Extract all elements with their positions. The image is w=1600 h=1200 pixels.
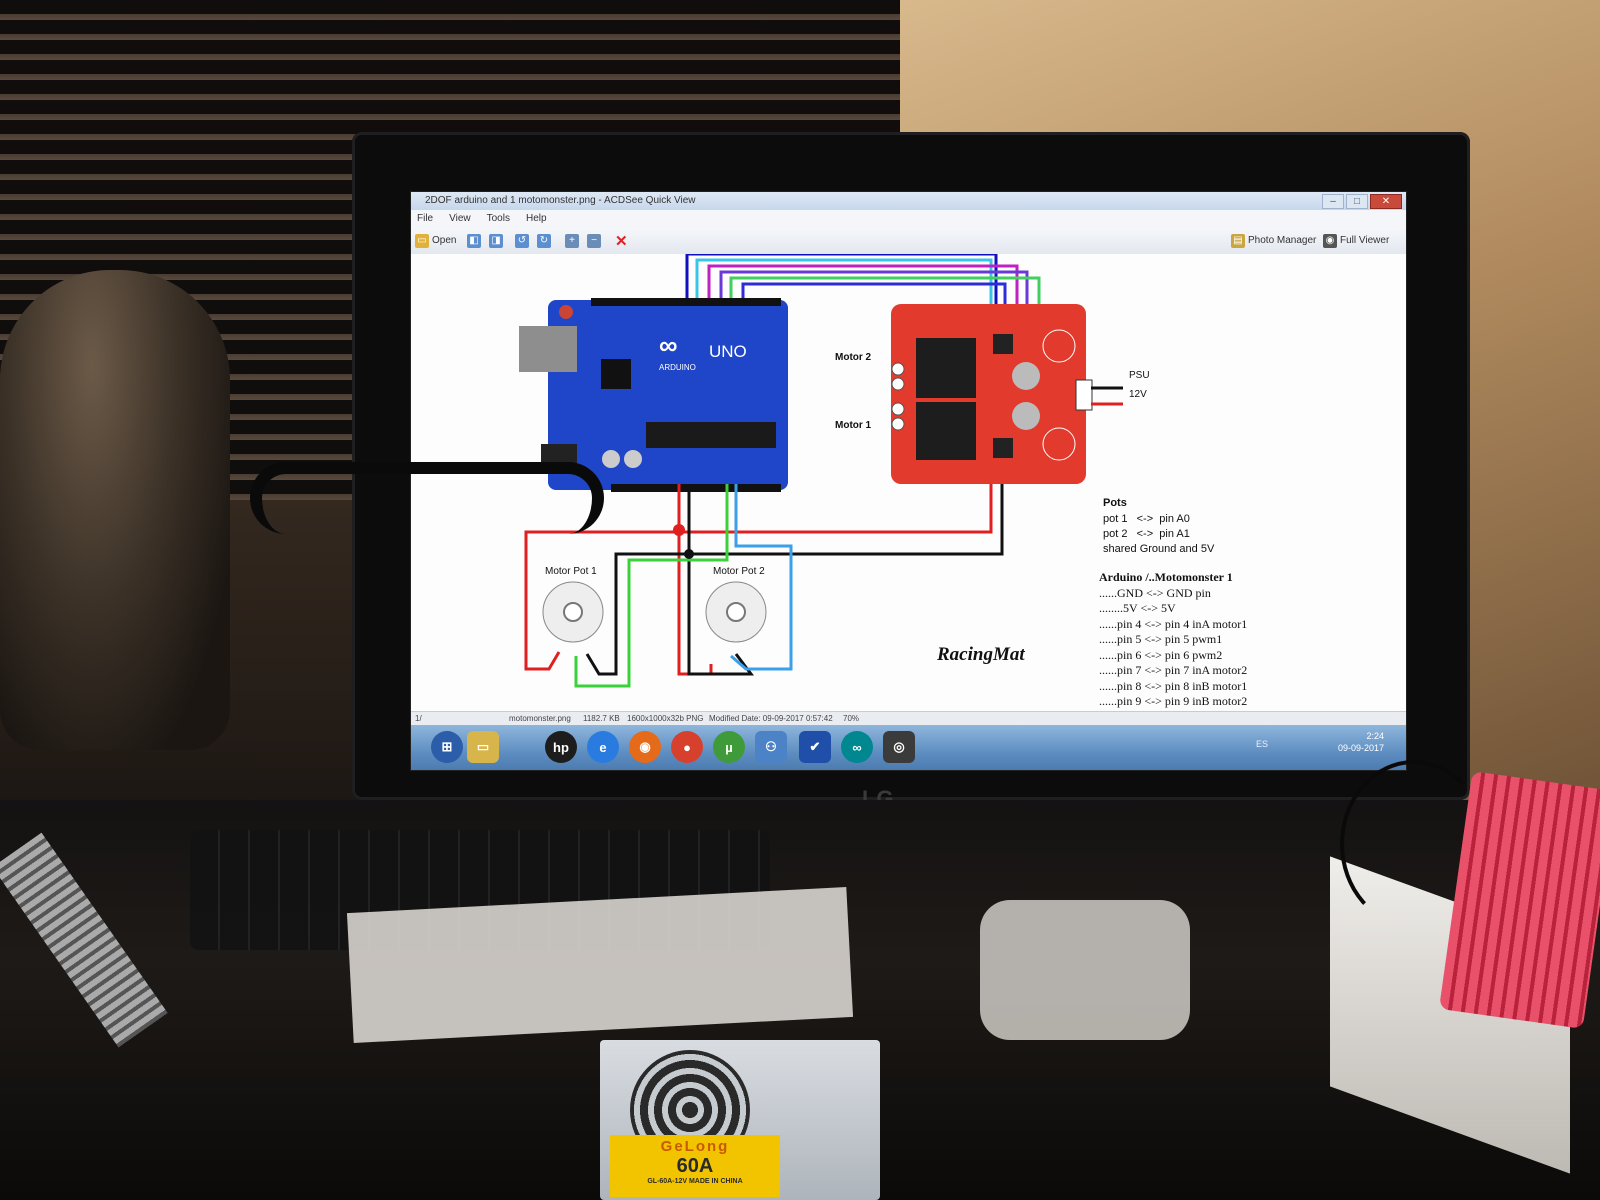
- pin-map-line: ........5V <-> 5V: [1099, 601, 1176, 615]
- pots-title: Pots: [1103, 497, 1127, 509]
- next-image-button[interactable]: ◨: [489, 232, 503, 249]
- rotate-right-icon: ↻: [537, 233, 551, 248]
- menu-file[interactable]: File: [417, 210, 433, 228]
- full-viewer-button[interactable]: ◉ Full Viewer: [1323, 232, 1389, 249]
- status-filesize: 1182.7 KB: [583, 714, 620, 723]
- full-viewer-label: Full Viewer: [1340, 235, 1390, 246]
- zoom-out-button[interactable]: −: [587, 232, 601, 249]
- ie-icon[interactable]: e: [587, 731, 619, 763]
- motomonster-board: [891, 304, 1093, 484]
- pin-map-line: ......pin 7 <-> pin 7 inA motor2: [1099, 663, 1248, 677]
- status-zoom[interactable]: 70%: [843, 714, 859, 723]
- motor-pot-2-label: Motor Pot 2: [713, 566, 765, 577]
- pin-map-line: ......pin 5 <-> pin 5 pwm1: [1099, 632, 1223, 646]
- clock-date: 09-09-2017: [1337, 743, 1384, 753]
- tissue: [980, 900, 1190, 1040]
- open-label: Open: [432, 235, 457, 246]
- acdsee-icon[interactable]: ◎: [883, 731, 915, 763]
- robot-figure: [0, 270, 230, 750]
- pots-line: pot 2 <-> pin A1: [1103, 528, 1190, 540]
- prev-image-button[interactable]: ◧: [467, 232, 481, 249]
- clock-time: 2:24: [1366, 731, 1384, 741]
- psu-brand: GeLong: [660, 1138, 730, 1155]
- folder-icon: ▭: [415, 233, 429, 248]
- photo-manager-button[interactable]: ▤ Photo Manager: [1231, 232, 1316, 249]
- menu-help[interactable]: Help: [526, 210, 547, 228]
- junction-black: [684, 549, 694, 559]
- paper-towel: [346, 887, 854, 1043]
- taskbar: ⊞ ▭ hp e ◉ ● µ ⚇ ✔ ∞ ◎ ES 2:24 09-09-201…: [411, 725, 1406, 770]
- zoom-in-button[interactable]: +: [565, 232, 579, 249]
- motor-pot-1: [542, 581, 604, 643]
- check-icon[interactable]: ✔: [799, 731, 831, 763]
- rotate-left-icon: ↺: [515, 233, 529, 248]
- arduino-icon[interactable]: ∞: [841, 731, 873, 763]
- rotate-left-button[interactable]: ↺: [515, 232, 529, 249]
- window-title: 2DOF arduino and 1 motomonster.png - ACD…: [425, 195, 696, 206]
- utorrent-icon[interactable]: µ: [713, 731, 745, 763]
- psu-voltage-label: 12V: [1129, 389, 1147, 400]
- lamp-arm: [250, 462, 604, 534]
- delete-button[interactable]: ✕: [615, 232, 628, 250]
- title-bar: 2DOF arduino and 1 motomonster.png - ACD…: [411, 192, 1406, 210]
- motor-pot-2: [705, 581, 767, 643]
- clock[interactable]: 2:24 09-09-2017: [1338, 730, 1384, 754]
- arduino-label: ARDUINO: [659, 363, 696, 372]
- status-filename: motomonster.png: [509, 714, 571, 723]
- status-bar: 1/ motomonster.png 1182.7 KB 1600x1000x3…: [411, 711, 1406, 726]
- pots-line: shared Ground and 5V: [1103, 543, 1215, 555]
- psu-sticker: GeLong 60A GL-60A-12V MADE IN CHINA: [610, 1135, 780, 1197]
- window-controls: – □ ✕: [1322, 194, 1402, 209]
- rotate-right-button[interactable]: ↻: [537, 232, 551, 249]
- psu-model: GL-60A-12V MADE IN CHINA: [647, 1178, 743, 1185]
- close-button[interactable]: ✕: [1370, 194, 1402, 209]
- pin-map-line: ......GND <-> GND pin: [1099, 586, 1211, 600]
- status-dimensions: 1600x1000x32b PNG: [627, 714, 704, 723]
- photo-manager-icon: ▤: [1231, 233, 1245, 248]
- motor-2-label: Motor 2: [835, 352, 872, 363]
- cable: [1340, 760, 1488, 928]
- network-icon[interactable]: ⚇: [755, 731, 787, 763]
- pin-map-line: ......pin 8 <-> pin 8 inB motor1: [1099, 679, 1248, 693]
- racingmat-logo: RacingMat: [937, 644, 1025, 665]
- maximize-button[interactable]: □: [1346, 194, 1368, 209]
- junction-red: [673, 524, 685, 536]
- status-index: 1/: [415, 714, 422, 723]
- motor-1-label: Motor 1: [835, 420, 872, 431]
- zoom-in-icon: +: [565, 233, 579, 248]
- menu-view[interactable]: View: [449, 210, 471, 228]
- toolbar: ▭ Open ◧ ◨ ↺ ↻ + − ✕ ▤ Photo Manager ◉ F…: [411, 228, 1406, 255]
- menu-tools[interactable]: Tools: [487, 210, 510, 228]
- folder-taskbar-icon[interactable]: ▭: [467, 731, 499, 763]
- uno-label: UNO: [709, 342, 747, 361]
- menu-bar: File View Tools Help: [411, 210, 1406, 228]
- chrome-icon[interactable]: ●: [671, 731, 703, 763]
- firefox-icon[interactable]: ◉: [629, 731, 661, 763]
- hp-icon[interactable]: hp: [545, 731, 577, 763]
- delete-icon: ✕: [615, 232, 628, 250]
- zoom-out-icon: −: [587, 233, 601, 248]
- psu-label: PSU: [1129, 370, 1150, 381]
- next-image-icon: ◨: [489, 233, 503, 248]
- start-button[interactable]: ⊞: [431, 731, 463, 763]
- pots-line: pot 1 <-> pin A0: [1103, 513, 1190, 525]
- pin-map-title: Arduino /..Motomonster 1: [1099, 570, 1233, 584]
- full-viewer-icon: ◉: [1323, 233, 1337, 248]
- photo-manager-label: Photo Manager: [1248, 235, 1317, 246]
- psu-rating: 60A: [676, 1155, 714, 1177]
- pin-map-line: ......pin 9 <-> pin 9 inB motor2: [1099, 694, 1248, 708]
- language-indicator[interactable]: ES: [1256, 739, 1268, 749]
- motor-pot-1-label: Motor Pot 1: [545, 566, 597, 577]
- status-modified: Modified Date: 09-09-2017 0:57:42: [709, 714, 833, 723]
- pin-map-line: ......pin 4 <-> pin 4 inA motor1: [1099, 617, 1248, 631]
- pin-map-line: ......pin 6 <-> pin 6 pwm2: [1099, 648, 1223, 662]
- minimize-button[interactable]: –: [1322, 194, 1344, 209]
- arduino-infinity-logo: ∞: [659, 330, 678, 360]
- open-button[interactable]: ▭ Open: [415, 232, 456, 249]
- prev-image-icon: ◧: [467, 233, 481, 248]
